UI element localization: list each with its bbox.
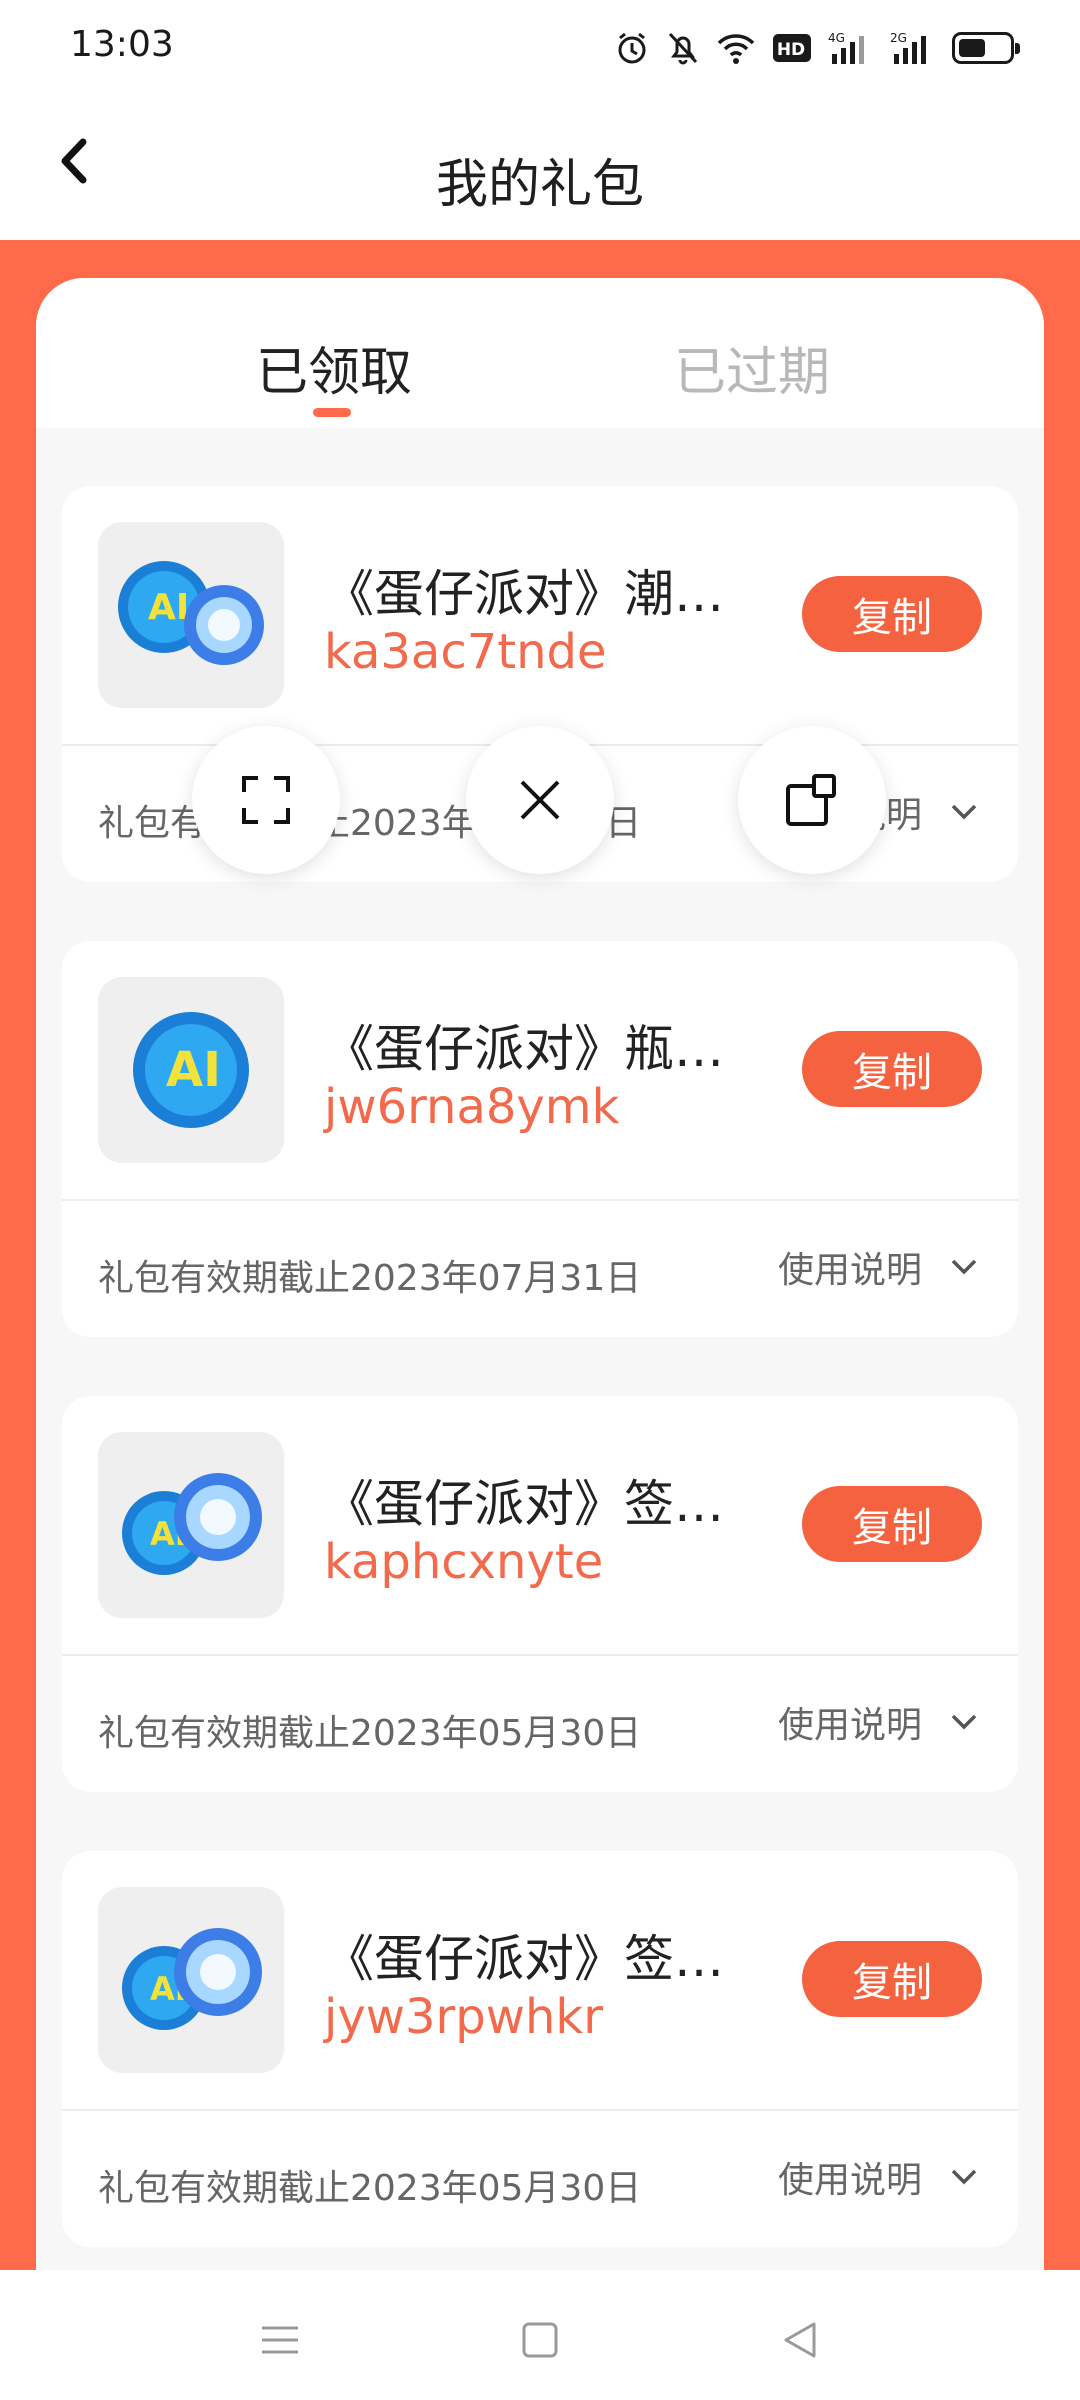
copy-button[interactable]: 复制 bbox=[802, 1486, 982, 1562]
game-cap-gem-icon: AI bbox=[118, 561, 264, 665]
battery-icon bbox=[952, 32, 1020, 64]
close-float-button[interactable] bbox=[466, 726, 614, 874]
usage-label: 使用说明 bbox=[777, 1250, 922, 1291]
status-time: 13:03 bbox=[70, 24, 174, 65]
back-nav-button[interactable] bbox=[770, 2310, 830, 2370]
status-icons: HD 4G 2G bbox=[614, 28, 1020, 68]
card-divider bbox=[62, 1654, 1018, 1656]
svg-text:AI: AI bbox=[166, 1042, 221, 1098]
tab-claimed[interactable]: 已领取 bbox=[256, 330, 412, 405]
status-bar: 13:03 HD 4G 2G bbox=[0, 0, 1080, 96]
menu-nav-button[interactable] bbox=[250, 2310, 310, 2370]
usage-toggle[interactable]: 使用说明 bbox=[778, 2151, 978, 2203]
bell-off-icon bbox=[668, 32, 698, 65]
back-icon bbox=[784, 2322, 816, 2358]
gift-title: 《蛋仔派对》瓶… bbox=[324, 1020, 724, 1078]
game-icon-box: AI bbox=[98, 522, 284, 708]
gift-title: 《蛋仔派对》签… bbox=[324, 1930, 724, 1988]
game-icon-box: AI bbox=[98, 977, 284, 1163]
signal-4g-icon: 4G bbox=[828, 31, 864, 64]
gift-panel: 已领取 已过期 AI 《蛋仔派对》潮… ka3ac7tnde 复制 礼包有效期截… bbox=[36, 278, 1044, 2278]
hd-label: HD bbox=[777, 40, 805, 60]
usage-toggle[interactable]: 使用说明 bbox=[778, 1696, 978, 1748]
close-icon bbox=[520, 780, 560, 820]
float-window-icon bbox=[786, 774, 836, 826]
chevron-down-icon bbox=[951, 804, 977, 820]
gift-title: 《蛋仔派对》潮… bbox=[324, 565, 724, 623]
page-title: 我的礼包 bbox=[435, 155, 644, 215]
copy-button[interactable]: 复制 bbox=[802, 1031, 982, 1107]
gift-code: ka3ac7tnde bbox=[324, 624, 607, 680]
card-divider bbox=[62, 2109, 1018, 2111]
chevron-down-icon bbox=[951, 1259, 977, 1275]
svg-text:AI: AI bbox=[148, 587, 189, 628]
signal-2g-icon: 2G bbox=[890, 31, 926, 64]
tab-expired[interactable]: 已过期 bbox=[674, 330, 830, 405]
gift-code: kaphcxnyte bbox=[324, 1534, 604, 1590]
fullscreen-icon bbox=[242, 776, 290, 824]
net-4g-label: 4G bbox=[828, 31, 845, 45]
copy-button[interactable]: 复制 bbox=[802, 1941, 982, 2017]
usage-label: 使用说明 bbox=[777, 2160, 922, 2201]
hd-icon: HD bbox=[773, 34, 811, 62]
game-icon-box: AI bbox=[98, 1432, 284, 1618]
fullscreen-button[interactable] bbox=[192, 726, 340, 874]
net-2g-label: 2G bbox=[890, 31, 907, 45]
game-cap-gem-icon: AI bbox=[122, 1928, 262, 2030]
gift-expiry: 礼包有效期截止2023年05月30日 bbox=[98, 1713, 642, 1754]
gift-code: jyw3rpwhkr bbox=[324, 1989, 603, 2045]
gift-expiry: 礼包有效期截止2023年07月31日 bbox=[98, 1258, 642, 1299]
gift-card: AI 《蛋仔派对》签… jyw3rpwhkr 复制 礼包有效期截止2023年05… bbox=[62, 1851, 1018, 2247]
chevron-down-icon bbox=[951, 1714, 977, 1730]
wifi-icon bbox=[717, 34, 755, 64]
copy-button[interactable]: 复制 bbox=[802, 576, 982, 652]
gift-expiry: 礼包有效期截止2023年05月30日 bbox=[98, 2168, 642, 2209]
tab-indicator bbox=[313, 408, 351, 417]
usage-toggle[interactable]: 使用说明 bbox=[778, 1241, 978, 1293]
card-divider bbox=[62, 1199, 1018, 1201]
usage-label: 使用说明 bbox=[777, 1705, 922, 1746]
game-icon-box: AI bbox=[98, 1887, 284, 2073]
header: 我的礼包 bbox=[0, 96, 1080, 240]
gift-card: AI 《蛋仔派对》签… kaphcxnyte 复制 礼包有效期截止2023年05… bbox=[62, 1396, 1018, 1792]
battery-level bbox=[959, 39, 985, 57]
float-window-button[interactable] bbox=[738, 726, 886, 874]
gift-title: 《蛋仔派对》签… bbox=[324, 1475, 724, 1533]
home-icon bbox=[522, 2322, 558, 2358]
tab-bar: 已领取 已过期 bbox=[36, 278, 1044, 428]
home-nav-button[interactable] bbox=[510, 2310, 570, 2370]
game-cap-gem-icon: AI bbox=[122, 1473, 262, 1575]
navigation-bar bbox=[0, 2270, 1080, 2400]
game-cap-icon: AI bbox=[133, 1012, 249, 1128]
gift-code: jw6rna8ymk bbox=[324, 1079, 620, 1135]
chevron-down-icon bbox=[951, 2169, 977, 2185]
gift-card: AI 《蛋仔派对》瓶… jw6rna8ymk 复制 礼包有效期截止2023年07… bbox=[62, 941, 1018, 1337]
menu-icon bbox=[262, 2326, 298, 2354]
alarm-icon bbox=[618, 32, 646, 64]
